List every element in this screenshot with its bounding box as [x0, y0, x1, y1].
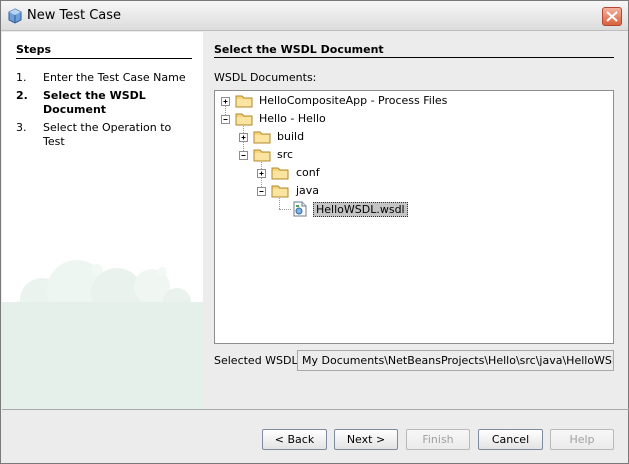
main-panel: Select the WSDL Document WSDL Documents:	[203, 32, 628, 409]
folder-icon	[271, 167, 289, 180]
wsdl-documents-label: WSDL Documents:	[214, 71, 317, 84]
title-bar[interactable]: New Test Case	[1, 1, 628, 31]
finish-button[interactable]: Finish	[406, 429, 470, 450]
step-number: 3.	[16, 121, 27, 134]
tree-node-label: HelloCompositeApp - Process Files	[259, 94, 448, 107]
tree-node-build[interactable]: build	[215, 128, 605, 146]
step-label: Enter the Test Case Name	[43, 71, 186, 84]
tree-node-conf[interactable]: conf	[215, 164, 605, 182]
tree-node-hello-project[interactable]: Hello - Hello	[215, 110, 605, 128]
tree-node-label: HelloWSDL.wsdl	[313, 202, 408, 217]
folder-icon	[271, 185, 289, 198]
collapse-minus-icon[interactable]	[257, 187, 266, 196]
back-button[interactable]: < Back	[262, 429, 327, 450]
step-number: 1.	[16, 71, 27, 84]
expand-plus-icon[interactable]	[257, 169, 266, 178]
folder-icon	[235, 95, 253, 108]
tree-node-label: build	[277, 130, 305, 143]
step-number: 2.	[16, 89, 28, 102]
cancel-button[interactable]: Cancel	[478, 429, 543, 450]
expand-plus-icon[interactable]	[239, 133, 248, 142]
close-button[interactable]	[602, 7, 622, 26]
close-icon	[606, 11, 618, 22]
tree-node-src[interactable]: src	[215, 146, 605, 164]
expand-plus-icon[interactable]	[221, 97, 230, 106]
footer-divider	[2, 409, 629, 410]
next-button[interactable]: Next >	[334, 429, 398, 450]
tree-node-label: src	[277, 148, 294, 161]
help-button[interactable]: Help	[550, 429, 614, 450]
netbeans-cube-icon	[8, 8, 22, 24]
wsdl-file-icon	[293, 201, 307, 217]
step-label: Select the Operation to Test	[43, 121, 172, 148]
folder-icon	[235, 113, 253, 126]
folder-icon	[253, 131, 271, 144]
steps-panel: Steps 1. Enter the Test Case Name 2. Sel…	[2, 32, 203, 409]
tree-node-hellocompositeapp[interactable]: HelloCompositeApp - Process Files	[215, 92, 605, 110]
step-label: Select the WSDL Document	[43, 89, 146, 116]
window-title: New Test Case	[27, 8, 122, 23]
wsdl-tree[interactable]: HelloCompositeApp - Process Files Hello …	[214, 90, 614, 344]
page-title: Select the WSDL Document	[214, 43, 384, 56]
tree-node-label: conf	[296, 166, 320, 179]
selected-wsdl-label: Selected WSDL:	[214, 354, 302, 367]
collapse-minus-icon[interactable]	[239, 151, 248, 160]
folder-icon	[253, 149, 271, 162]
tree-node-label: Hello - Hello	[259, 112, 326, 125]
tree-node-java[interactable]: java	[215, 182, 605, 200]
tree-node-hellowsdl[interactable]: HelloWSDL.wsdl	[215, 200, 605, 218]
collapse-minus-icon[interactable]	[221, 115, 230, 124]
steps-heading: Steps	[16, 43, 52, 56]
new-test-case-dialog: New Test Case Steps 1. Enter the Test Ca…	[0, 0, 629, 464]
tree-node-label: java	[296, 184, 320, 197]
steps-divider	[16, 58, 192, 59]
selected-wsdl-field[interactable]: My Documents\NetBeansProjects\Hello\src\…	[297, 350, 614, 371]
title-divider	[214, 57, 614, 58]
